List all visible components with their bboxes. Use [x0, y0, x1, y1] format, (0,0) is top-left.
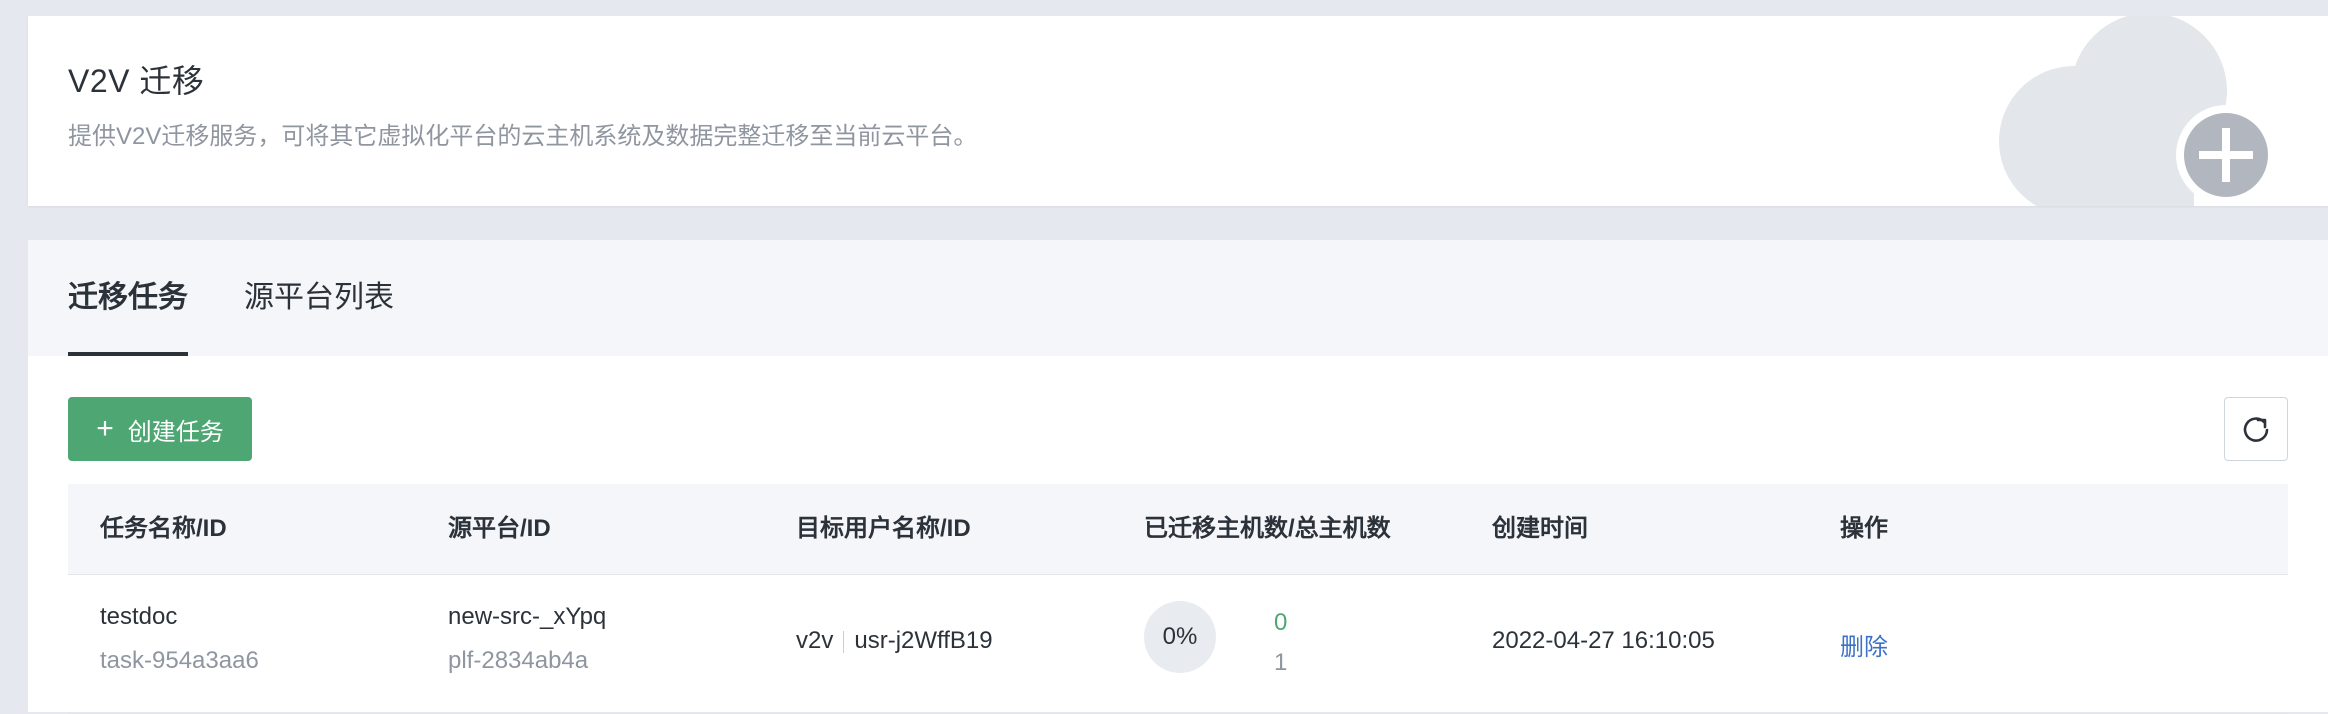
- create-task-label: 创建任务: [127, 418, 224, 446]
- table-header: 任务名称/ID 源平台/ID 目标用户名称/ID 已迁移主机数/总主机数 创建时…: [68, 484, 2288, 575]
- target-user-id: usr-j2WffB19: [854, 627, 993, 654]
- migrated-count: 0: [1274, 609, 1288, 636]
- created-time: 2022-04-27 16:10:05: [1492, 627, 1715, 654]
- total-count: 1: [1274, 649, 1288, 676]
- task-id: task-954a3aa6: [100, 647, 259, 674]
- tab-migration-tasks[interactable]: 迁移任务: [68, 240, 188, 356]
- page-description: 提供V2V迁移服务，可将其它虚拟化平台的云主机系统及数据完整迁移至当前云平台。: [68, 123, 978, 150]
- tab-source-platforms[interactable]: 源平台列表: [244, 240, 394, 356]
- create-task-button[interactable]: + 创建任务: [68, 397, 252, 461]
- tasks-table: 任务名称/ID 源平台/ID 目标用户名称/ID 已迁移主机数/总主机数 创建时…: [68, 484, 2288, 714]
- divider: [843, 630, 845, 653]
- source-platform-name[interactable]: new-src-_xYpq: [448, 603, 606, 631]
- delete-link[interactable]: 删除: [1840, 627, 1888, 662]
- tabs-bar: 迁移任务 源平台列表: [28, 240, 2328, 356]
- column-header-task-name[interactable]: 任务名称/ID: [100, 484, 227, 574]
- progress-circle: 0%: [1144, 601, 1216, 673]
- column-header-actions: 操作: [1840, 515, 1888, 542]
- target-user-name: v2v: [796, 627, 834, 654]
- table-row: testdoc task-954a3aa6 new-src-_xYpq plf-…: [68, 575, 2288, 714]
- refresh-icon: [2243, 417, 2269, 442]
- refresh-button[interactable]: [2224, 397, 2288, 461]
- target-user: v2v usr-j2WffB19: [796, 627, 993, 655]
- column-header-created-time[interactable]: 创建时间: [1492, 484, 1588, 574]
- main-card: 迁移任务 源平台列表 + 创建任务 任务名称/ID 源平台/ID 目标用户名称/…: [28, 240, 2328, 714]
- column-header-source-platform[interactable]: 源平台/ID: [448, 484, 551, 574]
- column-header-target-user[interactable]: 目标用户名称/ID: [796, 484, 971, 574]
- column-header-host-count[interactable]: 已迁移主机数/总主机数: [1144, 484, 1391, 574]
- cloud-plus-icon: [1999, 16, 2276, 206]
- header-card: V2V 迁移 提供V2V迁移服务，可将其它虚拟化平台的云主机系统及数据完整迁移至…: [28, 16, 2328, 206]
- source-platform-id: plf-2834ab4a: [448, 647, 589, 674]
- page-title: V2V 迁移: [68, 63, 205, 99]
- task-name[interactable]: testdoc: [100, 603, 177, 631]
- plus-icon: +: [96, 412, 114, 445]
